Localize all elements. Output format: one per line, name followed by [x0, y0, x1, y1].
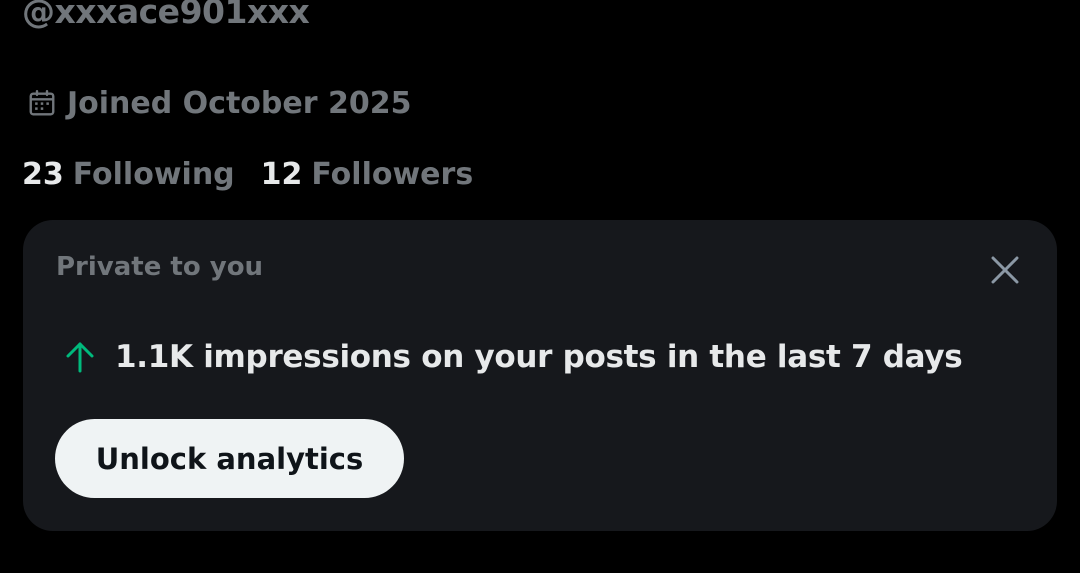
followers-link[interactable]: 12 Followers — [261, 157, 474, 192]
joined-label: Joined October 2025 — [67, 85, 412, 121]
impressions-metric: 1.1K impressions on your posts in the la… — [63, 339, 963, 375]
following-link[interactable]: 23 Following — [22, 157, 235, 192]
close-icon — [991, 256, 1019, 284]
following-label: Following — [72, 157, 235, 192]
impressions-text: 1.1K impressions on your posts in the la… — [115, 339, 963, 375]
followers-count: 12 — [260, 157, 303, 192]
following-count: 23 — [22, 157, 64, 192]
unlock-analytics-button[interactable]: Unlock analytics — [55, 419, 404, 498]
profile-stats: 23 Following 12 Followers — [22, 157, 473, 192]
joined-date: Joined October 2025 — [27, 82, 411, 124]
card-title: Private to you — [56, 252, 264, 282]
profile-handle: @xxxace901xxx — [22, 0, 310, 31]
arrow-up-icon — [66, 342, 94, 373]
followers-label: Followers — [311, 157, 474, 192]
analytics-card: Private to you 1.1K impressions on your … — [23, 220, 1057, 531]
close-button[interactable] — [985, 250, 1025, 290]
calendar-icon — [29, 89, 55, 116]
